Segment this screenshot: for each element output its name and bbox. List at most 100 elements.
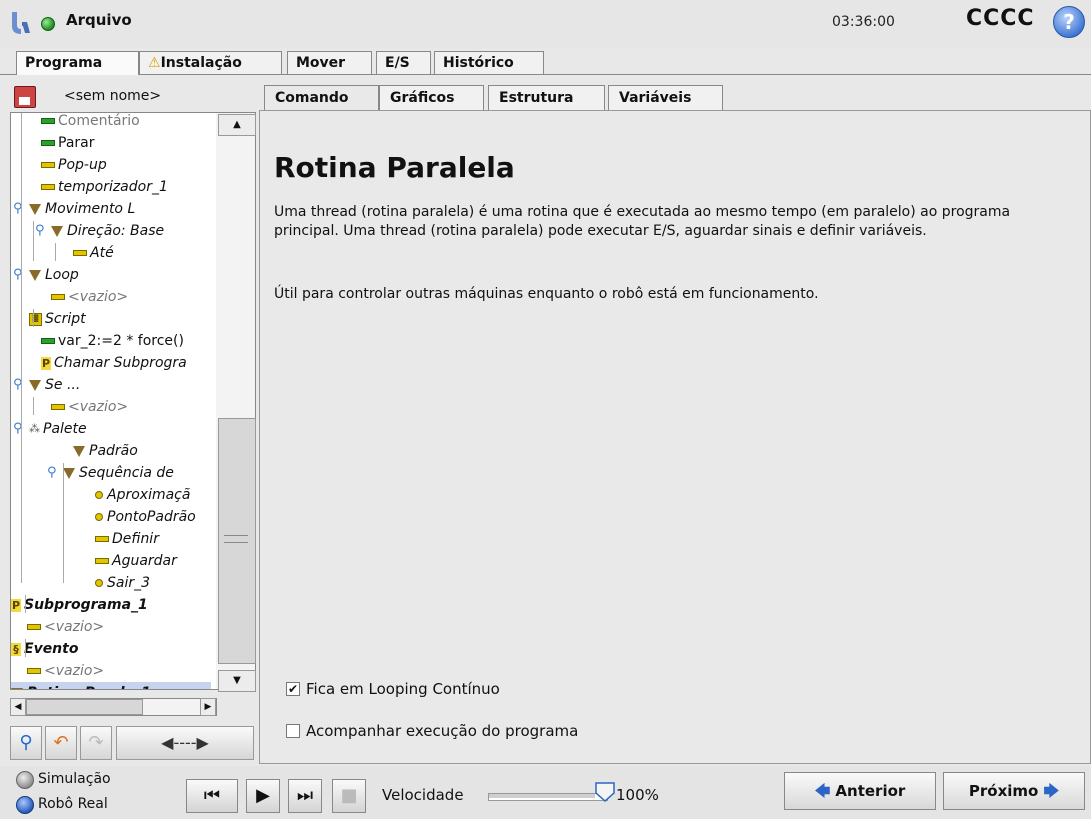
yellow-bar-icon <box>27 668 41 674</box>
scroll-right-icon[interactable]: ▶ <box>200 698 216 716</box>
tree-node[interactable]: Parar <box>11 132 94 154</box>
tree-node[interactable]: ⚲ Movimento L <box>11 198 135 220</box>
tree-node[interactable]: ≣ Script <box>11 308 86 330</box>
tree-node[interactable]: Comentário <box>11 113 140 132</box>
tree-node[interactable]: <vazio> <box>11 616 104 638</box>
simulation-label[interactable]: Simulação <box>38 771 111 787</box>
tree-connector <box>55 243 56 261</box>
arrow-left-icon: 🡄 <box>814 782 831 800</box>
tree-node[interactable]: Padrão <box>11 440 138 462</box>
speed-value: 100% <box>616 786 659 804</box>
program-name: <sem nome> <box>64 88 162 104</box>
p-icon-icon: P <box>11 598 21 612</box>
speed-slider-handle-icon[interactable] <box>594 782 616 802</box>
follow-execution-label[interactable]: Acompanhar execução do programa <box>306 722 578 740</box>
yellow-bar-icon <box>73 250 87 256</box>
tree-node[interactable]: Aguardar <box>11 550 177 572</box>
green-bar-icon <box>41 140 55 146</box>
tree-node[interactable]: ⚲ Sequência de <box>11 462 174 484</box>
scroll-grip-icon <box>224 535 248 543</box>
triangle-icon <box>29 203 41 215</box>
tree-node-label: Sequência de <box>79 465 174 481</box>
tab-historico[interactable]: Histórico <box>434 51 544 74</box>
real-robot-label[interactable]: Robô Real <box>38 796 108 812</box>
file-menu[interactable]: Arquivo <box>66 11 132 29</box>
tree-node[interactable]: P Subprograma_1 <box>11 594 148 616</box>
tree-node[interactable]: Pop-up <box>11 154 107 176</box>
tab-programa[interactable]: Programa <box>16 51 139 75</box>
redo-icon[interactable]: ↷ <box>80 726 112 760</box>
green-bar-icon <box>41 338 55 344</box>
tree-node[interactable]: <vazio> <box>11 660 104 682</box>
tree-node-label: Até <box>90 245 114 261</box>
tree-node[interactable]: P Chamar Subprogra <box>11 352 187 374</box>
tab-comando[interactable]: Comando <box>264 85 379 111</box>
hscroll-thumb[interactable] <box>26 699 143 715</box>
undo-icon[interactable]: ↶ <box>45 726 77 760</box>
program-tree[interactable]: Comentário Parar Pop-up temporizador_1 ⚲ Movi… <box>10 112 217 690</box>
tab-variaveis[interactable]: Variáveis <box>608 85 723 110</box>
tree-connector <box>33 397 34 415</box>
play-icon[interactable]: ▶ <box>246 779 280 813</box>
help-icon[interactable]: ? <box>1053 6 1085 38</box>
triangle-icon <box>29 379 41 391</box>
tree-node-label: temporizador_1 <box>58 179 168 195</box>
scroll-up-icon[interactable]: ▲ <box>218 114 256 136</box>
tree-node[interactable]: Rotina_Parale_1 <box>11 682 211 689</box>
tab-es[interactable]: E/S <box>376 51 431 74</box>
arrow-right-icon: 🡆 <box>1043 782 1060 800</box>
tree-node-label: Evento <box>24 641 79 657</box>
tab-mover[interactable]: Mover <box>287 51 372 74</box>
next-button[interactable]: Próximo 🡆 <box>943 772 1085 810</box>
tree-node-label: Rotina_Parale_1 <box>27 685 151 689</box>
tree-node[interactable]: <vazio> <box>11 286 128 308</box>
follow-execution-checkbox[interactable] <box>286 724 300 738</box>
tree-node-label: <vazio> <box>68 399 129 415</box>
move-node-icon[interactable]: ◀----▶ <box>116 726 254 760</box>
tab-estrutura[interactable]: Estrutura <box>488 85 605 110</box>
tree-node[interactable]: PontoPadrão <box>11 506 196 528</box>
scroll-down-icon[interactable]: ▼ <box>218 670 256 692</box>
subtab-label: Estrutura <box>499 90 574 106</box>
scroll-left-icon[interactable]: ◀ <box>10 698 26 716</box>
tree-node-label: Direção: Base <box>67 223 165 239</box>
stop-icon[interactable]: ■ <box>332 779 366 813</box>
tree-node-label: Pop-up <box>58 157 107 173</box>
tab-instalacao[interactable]: ⚠Instalação <box>139 51 282 74</box>
expand-toggle-icon[interactable]: ⚲ <box>47 462 57 484</box>
tree-node[interactable]: Sair_3 <box>11 572 150 594</box>
script-box-icon: ≣ <box>29 312 42 326</box>
expand-toggle-icon[interactable]: ⚲ <box>35 220 45 242</box>
yellow-bar-icon <box>95 536 109 542</box>
subtab-label: Variáveis <box>619 90 692 106</box>
tab-graficos[interactable]: Gráficos <box>379 85 484 110</box>
tab-label: Histórico <box>443 55 514 71</box>
previous-button[interactable]: 🡄 Anterior <box>784 772 936 810</box>
green-bar-icon <box>41 118 55 124</box>
tree-node[interactable]: Até <box>11 242 114 264</box>
save-icon[interactable] <box>14 86 36 108</box>
tree-node-label: PontoPadrão <box>107 509 196 525</box>
tree-node[interactable]: <vazio> <box>11 396 128 418</box>
tree-node[interactable]: ⚲ ⁂ Palete <box>11 418 87 440</box>
tree-node[interactable]: var_2:=2 * force() <box>11 330 184 352</box>
simulation-radio-icon[interactable] <box>16 771 34 789</box>
loop-checkbox[interactable]: ✔ <box>286 682 300 696</box>
real-robot-radio-icon[interactable] <box>16 796 34 814</box>
tree-node[interactable]: Aproximaçã <box>11 484 190 506</box>
tab-label: Instalação <box>160 55 242 71</box>
speed-label: Velocidade <box>382 786 464 804</box>
tree-node-label: <vazio> <box>44 663 105 679</box>
node-title: Rotina Paralela <box>274 151 515 184</box>
tree-connector <box>25 595 26 613</box>
subtab-label: Comando <box>275 90 349 106</box>
tree-node-label: Script <box>45 311 86 327</box>
search-icon[interactable]: ⚲ <box>10 726 42 760</box>
loop-label[interactable]: Fica em Looping Contínuo <box>306 680 500 698</box>
tree-node-label: Movimento L <box>45 201 136 217</box>
tree-node[interactable]: § Evento <box>11 638 78 660</box>
skip-to-start-icon[interactable]: ⏮ <box>186 779 238 813</box>
tree-node[interactable]: temporizador_1 <box>11 176 168 198</box>
tree-node[interactable]: Definir <box>11 528 159 550</box>
step-icon[interactable]: ⏭ <box>288 779 322 813</box>
